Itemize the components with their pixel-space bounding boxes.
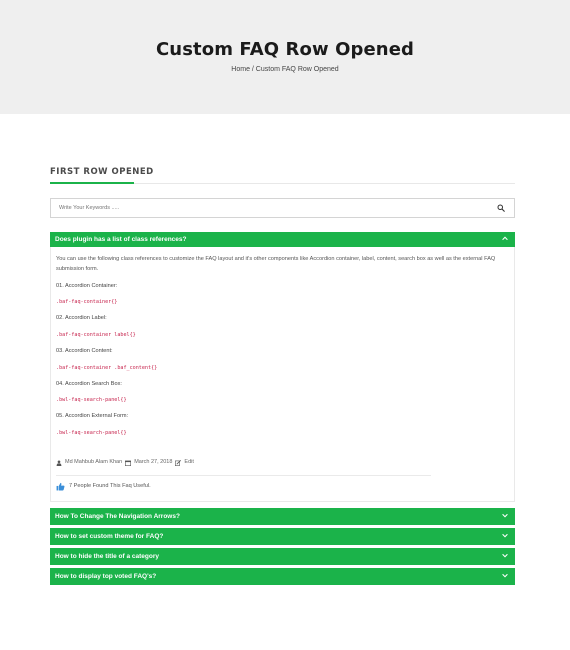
faq-meta: Md Mahbub Alam Khan March 27, 2018 Edit xyxy=(56,458,509,468)
faq-question: How to set custom theme for FAQ? xyxy=(55,533,164,541)
class-label: 01. Accordion Container: xyxy=(56,282,118,289)
faq-date: March 27, 2018 xyxy=(134,459,173,465)
useful-count-text: 7 People Found This Faq Useful. xyxy=(69,482,151,489)
section-title: FIRST ROW OPENED xyxy=(50,167,154,177)
faq-item-collapsed[interactable]: How to display top voted FAQ's? xyxy=(50,568,515,586)
faq-item-collapsed[interactable]: How To Change The Navigation Arrows? xyxy=(50,508,515,526)
edit-icon[interactable] xyxy=(175,459,182,466)
chevron-up-icon xyxy=(502,236,508,243)
faq-question-header[interactable]: How To Change The Navigation Arrows? xyxy=(50,508,515,526)
breadcrumb[interactable]: Home / Custom FAQ Row Opened xyxy=(0,66,570,73)
faq-question-header[interactable]: How to set custom theme for FAQ? xyxy=(50,528,515,546)
page-title: Custom FAQ Row Opened xyxy=(156,39,414,60)
class-code: .bwl-faq-search-panel{} xyxy=(56,397,127,404)
search-icon[interactable] xyxy=(496,203,506,213)
faq-section: FIRST ROW OPENED Does plugin has a list … xyxy=(50,167,515,586)
class-label: 02. Accordion Label: xyxy=(56,315,107,322)
page-header: Custom FAQ Row Opened Home / Custom FAQ … xyxy=(0,0,570,114)
faq-item-collapsed[interactable]: How to set custom theme for FAQ? xyxy=(50,528,515,546)
faq-item-open: Does plugin has a list of class referenc… xyxy=(50,232,515,503)
chevron-down-icon xyxy=(502,553,508,560)
class-label: 03. Accordion Content: xyxy=(56,347,113,354)
search-box xyxy=(50,198,515,218)
faq-question-header[interactable]: How to hide the title of a category xyxy=(50,548,515,566)
faq-answer: You can use the following class referenc… xyxy=(50,247,515,503)
search-input[interactable] xyxy=(59,205,496,211)
faq-item-collapsed[interactable]: How to hide the title of a category xyxy=(50,548,515,566)
class-code: .baf-faq-container{} xyxy=(56,299,118,306)
faq-question: Does plugin has a list of class referenc… xyxy=(55,236,187,243)
class-code: .baf-faq-container label{} xyxy=(56,332,136,339)
chevron-down-icon xyxy=(502,513,508,520)
edit-link[interactable]: Edit xyxy=(184,458,193,468)
class-code: .bwl-faq-search-panel{} xyxy=(56,430,127,437)
faq-question: How to display top voted FAQ's? xyxy=(55,573,157,581)
class-label: 05. Accordion External Form: xyxy=(56,413,129,420)
useful-vote: 7 People Found This Faq Useful. xyxy=(56,482,509,492)
meta-divider xyxy=(56,474,431,476)
thumbs-up-icon[interactable] xyxy=(56,482,65,491)
user-icon xyxy=(56,460,62,466)
faq-question-header[interactable]: How to display top voted FAQ's? xyxy=(50,568,515,586)
faq-answer-intro: You can use the following class referenc… xyxy=(56,256,496,272)
class-label: 04. Accordion Search Box: xyxy=(56,380,122,387)
calendar-icon xyxy=(125,460,132,466)
faq-question: How to hide the title of a category xyxy=(55,553,160,561)
section-divider xyxy=(50,182,515,184)
chevron-down-icon xyxy=(502,573,508,580)
class-code: .baf-faq-container .baf_content{} xyxy=(56,364,158,371)
faq-question: How To Change The Navigation Arrows? xyxy=(55,513,180,521)
faq-author: Md Mahbub Alam Khan xyxy=(65,459,123,465)
faq-question-header[interactable]: Does plugin has a list of class referenc… xyxy=(50,232,515,247)
chevron-down-icon xyxy=(502,533,508,540)
